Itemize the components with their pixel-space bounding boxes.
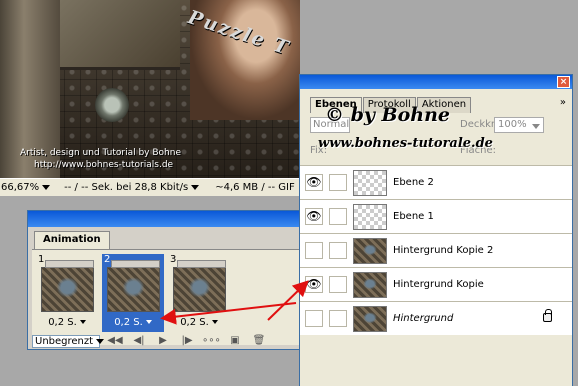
animation-frame-3[interactable]: 3 0,2 S.	[168, 254, 230, 332]
link-toggle[interactable]	[329, 310, 347, 327]
layer-row[interactable]: 👁 Ebene 1	[300, 199, 572, 233]
layer-thumbnail	[353, 272, 387, 298]
link-toggle[interactable]	[329, 242, 347, 259]
opacity-input[interactable]: 100%	[494, 117, 544, 133]
layer-name: Hintergrund Kopie	[393, 279, 484, 290]
visibility-toggle[interactable]	[305, 242, 323, 259]
animation-titlebar[interactable]	[28, 211, 306, 227]
play-icon[interactable]: ▶	[154, 335, 172, 347]
frame-number: 1	[38, 254, 45, 265]
lock-icon	[543, 309, 552, 322]
canvas-credit-line1: Artist, design und Tutorial by Bohne	[20, 148, 181, 158]
close-icon[interactable]: ×	[557, 76, 570, 88]
animation-palette: Animation 1 0,2 S. 2 0,2 S. 3 0,2 S. Unb…	[27, 210, 307, 350]
eye-icon[interactable]: 👁	[305, 208, 323, 225]
tween-icon[interactable]: ∘∘∘	[202, 335, 221, 347]
tab-animation[interactable]: Animation	[34, 231, 110, 249]
eye-icon[interactable]: 👁	[305, 174, 323, 191]
eye-icon[interactable]: 👁	[305, 276, 323, 293]
frame-thumbnail	[41, 260, 94, 312]
loop-options-select[interactable]: Unbegrenzt	[32, 334, 105, 348]
canvas-panel-top	[60, 0, 180, 70]
delay-dropdown-icon[interactable]	[79, 320, 86, 324]
previous-frame-icon[interactable]: ◀|	[130, 335, 148, 347]
layer-name: Ebene 1	[393, 211, 434, 222]
next-frame-icon[interactable]: |▶	[178, 335, 196, 347]
file-size-readout: ~4,6 MB / -- GIF	[215, 182, 295, 193]
layer-thumbnail	[353, 204, 387, 230]
frame-delay[interactable]: 0,2 S.	[102, 317, 164, 330]
layer-row[interactable]: 👁 Hintergrund Kopie	[300, 267, 572, 301]
visibility-toggle[interactable]	[305, 310, 323, 327]
timing-dropdown-icon[interactable]	[191, 184, 200, 190]
document-canvas[interactable]: Puzzle T Artist, design und Tutorial by …	[0, 0, 300, 178]
animation-frame-1[interactable]: 1 0,2 S.	[36, 254, 98, 332]
layer-row[interactable]: Hintergrund Kopie 2	[300, 233, 572, 267]
frame-number: 3	[170, 254, 177, 265]
zoom-readout[interactable]: 66,67%	[0, 182, 51, 193]
layer-thumbnail	[353, 170, 387, 196]
layer-thumbnail	[353, 238, 387, 264]
optimization-timing: -- / -- Sek. bei 28,8 Kbit/s	[64, 182, 200, 193]
delay-dropdown-icon[interactable]	[211, 320, 218, 324]
animation-frame-2[interactable]: 2 0,2 S.	[102, 254, 164, 332]
frame-number: 2	[104, 254, 111, 265]
delete-frame-icon[interactable]: 🗑	[250, 335, 268, 347]
frame-thumbnail	[173, 260, 226, 312]
link-toggle[interactable]	[329, 208, 347, 225]
opacity-dropdown-icon[interactable]	[532, 124, 540, 129]
layer-name: Ebene 2	[393, 177, 434, 188]
layers-titlebar[interactable]: ×	[300, 75, 572, 89]
layer-thumbnail	[353, 306, 387, 332]
zoom-dropdown-icon[interactable]	[42, 184, 51, 190]
first-frame-icon[interactable]: ◀◀	[106, 335, 124, 347]
layer-list: 👁 Ebene 2 👁 Ebene 1 Hintergrund Kopie 2 …	[300, 165, 572, 335]
layer-row[interactable]: 👁 Ebene 2	[300, 165, 572, 199]
layer-row[interactable]: Hintergrund	[300, 301, 572, 335]
document-statusbar: 66,67% -- / -- Sek. bei 28,8 Kbit/s ~4,6…	[0, 178, 300, 196]
animation-controls: Unbegrenzt ◀◀ ◀| ▶ |▶ ∘∘∘ ▣ 🗑	[32, 334, 304, 348]
watermark-line2: www.bohnes-tutorale.de	[318, 136, 493, 151]
frame-thumbnail	[107, 260, 160, 312]
link-toggle[interactable]	[329, 276, 347, 293]
layer-name: Hintergrund Kopie 2	[393, 245, 494, 256]
duplicate-frame-icon[interactable]: ▣	[226, 335, 244, 347]
canvas-medallion	[95, 88, 129, 122]
frame-delay[interactable]: 0,2 S.	[168, 317, 230, 330]
loop-dropdown-icon	[96, 338, 105, 344]
watermark-line1: © by Bohne	[325, 104, 451, 126]
canvas-credit-line2: http://www.bohnes-tutorials.de	[34, 160, 174, 170]
layer-name: Hintergrund	[393, 313, 454, 324]
palette-menu-icon[interactable]: »	[560, 97, 566, 108]
frame-delay[interactable]: 0,2 S.	[36, 317, 98, 330]
delay-dropdown-icon[interactable]	[145, 320, 152, 324]
animation-frames-area: 1 0,2 S. 2 0,2 S. 3 0,2 S. Unbegrenzt ◀◀…	[32, 249, 304, 348]
link-toggle[interactable]	[329, 174, 347, 191]
